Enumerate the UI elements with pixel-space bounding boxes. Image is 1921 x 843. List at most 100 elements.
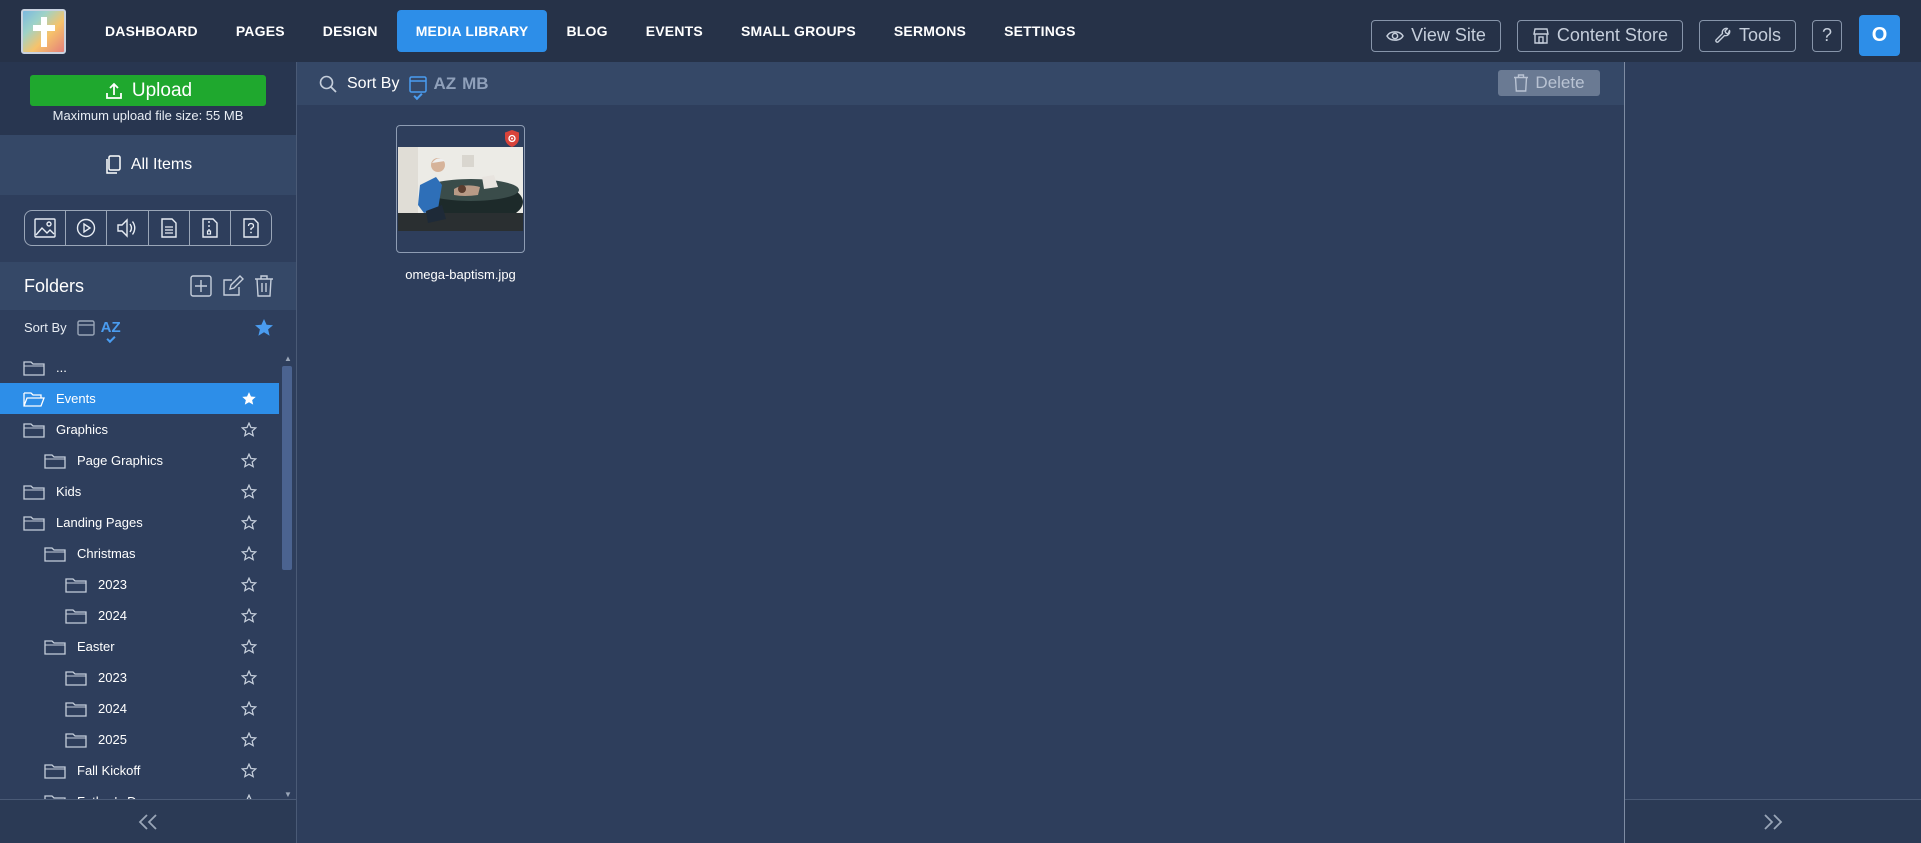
- star-icon[interactable]: [241, 670, 257, 685]
- star-icon[interactable]: [241, 639, 257, 654]
- tools-label: Tools: [1738, 25, 1781, 45]
- star-icon[interactable]: [241, 577, 257, 592]
- trash-icon: [1514, 74, 1529, 92]
- folder-row[interactable]: Page Graphics: [0, 445, 279, 476]
- star-icon[interactable]: [241, 546, 257, 561]
- all-items-button[interactable]: All Items: [0, 135, 296, 195]
- view-site-button[interactable]: View Site: [1371, 19, 1501, 52]
- media-sort-az-button[interactable]: AZ: [433, 74, 456, 94]
- folder-row[interactable]: Graphics: [0, 414, 279, 445]
- scroll-thumb[interactable]: [282, 366, 292, 570]
- edit-icon: [223, 275, 244, 296]
- folder-row[interactable]: 2023: [0, 662, 279, 693]
- calendar-icon: [409, 75, 428, 93]
- sort-by-date-button[interactable]: [76, 319, 95, 336]
- folder-name: 2023: [98, 577, 127, 592]
- filter-archives[interactable]: [190, 211, 231, 245]
- star-filled-icon[interactable]: [241, 391, 257, 406]
- scroll-up-icon[interactable]: ▲: [284, 354, 292, 363]
- folder-row[interactable]: Father's Day: [0, 786, 279, 799]
- folder-name: 2024: [98, 701, 127, 716]
- collapse-sidebar-button[interactable]: [0, 799, 296, 843]
- folder-name: 2025: [98, 732, 127, 747]
- details-panel: [1625, 62, 1921, 843]
- filter-images[interactable]: [25, 211, 67, 245]
- folder-icon: [23, 483, 45, 501]
- folder-row[interactable]: Christmas: [0, 538, 279, 569]
- media-sort-date-button[interactable]: [409, 75, 428, 93]
- star-icon[interactable]: [241, 422, 257, 437]
- folder-icon: [65, 731, 87, 749]
- nav-blog[interactable]: BLOG: [547, 10, 626, 52]
- favorites-filter-button[interactable]: [254, 318, 274, 337]
- double-chevron-left-icon: [138, 813, 157, 830]
- folder-icon: [65, 576, 87, 594]
- file-thumbnail: [398, 147, 523, 231]
- nav-dashboard[interactable]: DASHBOARD: [86, 10, 217, 52]
- star-icon[interactable]: [241, 608, 257, 623]
- edit-folder-button[interactable]: [222, 275, 244, 297]
- search-button[interactable]: [319, 75, 337, 93]
- content-store-button[interactable]: Content Store: [1516, 19, 1683, 52]
- folder-row[interactable]: ...: [0, 352, 279, 383]
- upload-button[interactable]: Upload: [30, 75, 266, 106]
- nav-pages[interactable]: PAGES: [217, 10, 304, 52]
- folder-icon: [44, 762, 66, 780]
- site-logo[interactable]: [21, 9, 66, 54]
- nav-settings[interactable]: SETTINGS: [985, 10, 1095, 52]
- copy-icon: [106, 155, 121, 174]
- folder-tree-scrollbar[interactable]: ▲ ▼: [280, 354, 294, 799]
- filter-documents[interactable]: [149, 211, 190, 245]
- upload-area: Upload Maximum upload file size: 55 MB: [0, 62, 296, 135]
- star-icon[interactable]: [241, 484, 257, 499]
- folder-row[interactable]: 2024: [0, 600, 279, 631]
- filter-videos[interactable]: [66, 211, 108, 245]
- folder-name: Events: [56, 391, 96, 406]
- nav-small-groups[interactable]: SMALL GROUPS: [722, 10, 875, 52]
- sort-az-button[interactable]: AZ: [101, 319, 121, 336]
- star-icon[interactable]: [241, 763, 257, 778]
- user-avatar[interactable]: O: [1859, 15, 1900, 56]
- folder-row[interactable]: 2024: [0, 693, 279, 724]
- folder-row[interactable]: Fall Kickoff: [0, 755, 279, 786]
- delete-folder-button[interactable]: [254, 275, 274, 297]
- folder-actions: [180, 275, 274, 297]
- media-file-tile[interactable]: [396, 125, 525, 253]
- top-right-actions: View Site Content Store Tools ? O: [1355, 15, 1900, 56]
- scroll-down-icon[interactable]: ▼: [284, 790, 292, 799]
- folder-name: Kids: [56, 484, 82, 499]
- folder-row[interactable]: Kids: [0, 476, 279, 507]
- media-main: Sort By AZ MB Delete omega-baptism.jpg: [297, 62, 1624, 843]
- star-icon[interactable]: [241, 453, 257, 468]
- nav-design[interactable]: DESIGN: [304, 10, 397, 52]
- nav-media-library[interactable]: MEDIA LIBRARY: [396, 10, 548, 52]
- star-icon[interactable]: [241, 515, 257, 530]
- help-button[interactable]: ?: [1812, 19, 1842, 52]
- folder-name: 2023: [98, 670, 127, 685]
- delete-button[interactable]: Delete: [1498, 70, 1600, 96]
- folder-row[interactable]: 2025: [0, 724, 279, 755]
- top-navigation-bar: DASHBOARD PAGES DESIGN MEDIA LIBRARY BLOG EVE…: [0, 0, 1921, 62]
- baptism-photo: [398, 147, 523, 231]
- upload-size-note: Maximum upload file size: 55 MB: [52, 108, 244, 123]
- folder-name: Christmas: [77, 546, 136, 561]
- nav-sermons[interactable]: SERMONS: [875, 10, 985, 52]
- expand-panel-button[interactable]: [1625, 799, 1921, 843]
- nav-events[interactable]: EVENTS: [627, 10, 722, 52]
- archive-filter-icon: [202, 218, 218, 238]
- star-icon[interactable]: [241, 732, 257, 747]
- filter-other[interactable]: [231, 211, 271, 245]
- audio-filter-icon: [117, 218, 136, 238]
- tools-button[interactable]: Tools: [1698, 19, 1796, 52]
- media-toolbar: Sort By AZ MB Delete: [297, 62, 1624, 105]
- folder-row[interactable]: Landing Pages: [0, 507, 279, 538]
- folder-row[interactable]: Events: [0, 383, 279, 414]
- add-folder-button[interactable]: [190, 275, 212, 297]
- upload-label: Upload: [131, 79, 193, 101]
- filter-audio[interactable]: [107, 211, 149, 245]
- folder-row[interactable]: Easter: [0, 631, 279, 662]
- store-icon: [1533, 27, 1549, 44]
- media-sort-size-button[interactable]: MB: [462, 74, 488, 94]
- star-icon[interactable]: [241, 701, 257, 716]
- folder-row[interactable]: 2023: [0, 569, 279, 600]
